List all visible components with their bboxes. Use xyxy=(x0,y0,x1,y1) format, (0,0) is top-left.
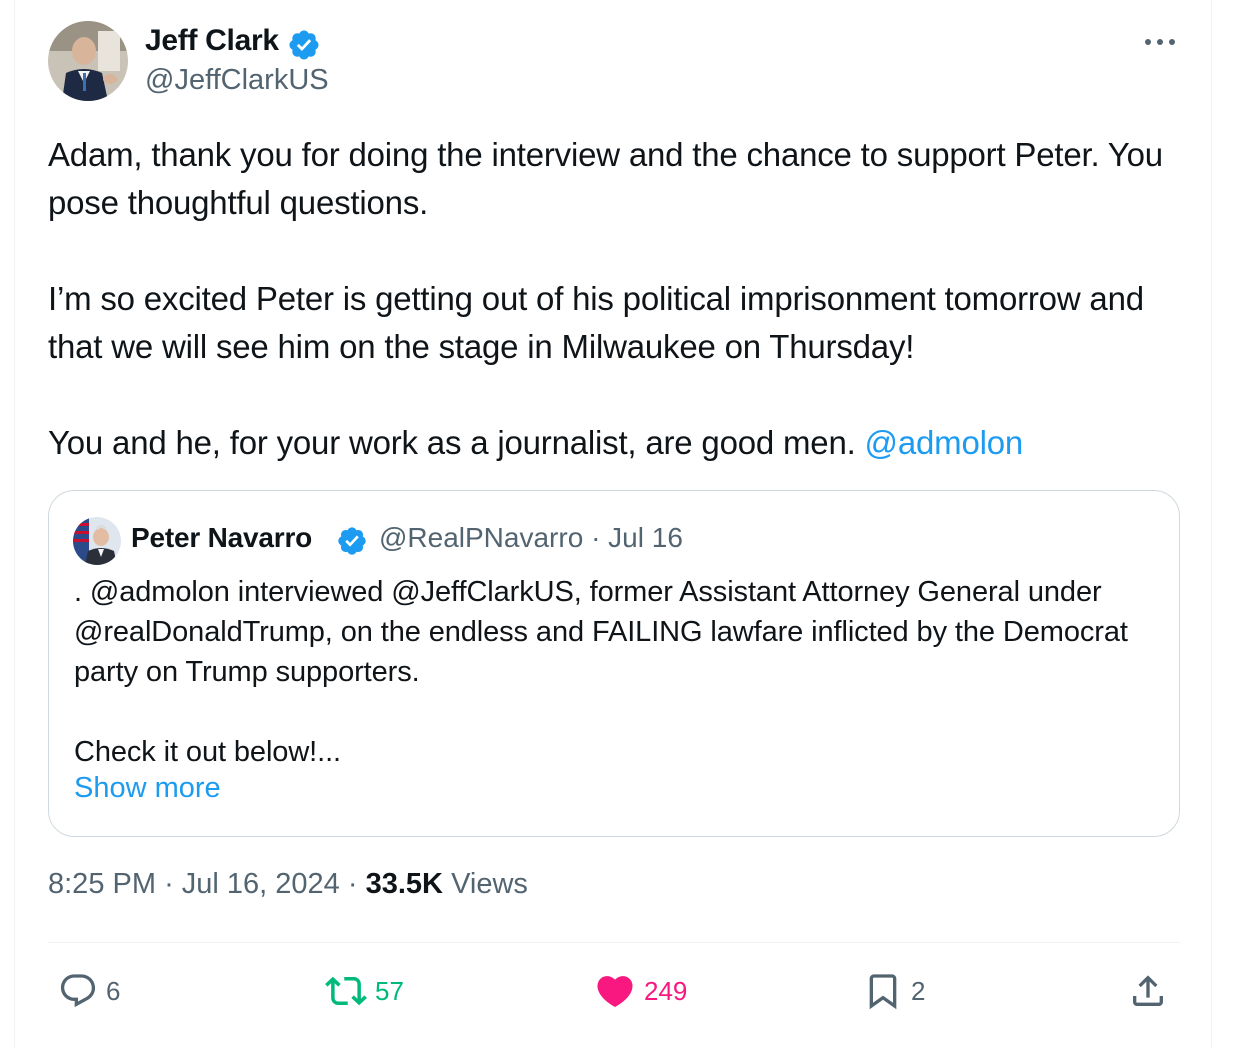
tweet-paragraph: I’m so excited Peter is getting out of h… xyxy=(48,280,1144,365)
meta-separator: · xyxy=(164,868,174,900)
verified-badge-icon xyxy=(338,527,366,555)
reply-icon xyxy=(60,974,96,1008)
verified-badge-icon xyxy=(289,30,319,60)
quoted-tweet[interactable]: Peter Navarro @RealPNavarro · Jul 16 . @… xyxy=(48,490,1180,837)
divider xyxy=(48,942,1180,943)
quote-paragraph: . @admolon interviewed @JeffClarkUS, for… xyxy=(74,576,1128,688)
timestamp-row: 8:25 PM · Jul 16, 2024 · 33.5K Views xyxy=(48,868,528,901)
bookmark-count: 2 xyxy=(911,975,926,1006)
author-name[interactable]: Jeff Clark xyxy=(145,24,279,58)
quote-date[interactable]: Jul 16 xyxy=(608,522,683,553)
views-label: Views xyxy=(451,868,528,900)
heart-filled-icon xyxy=(597,976,633,1008)
quote-author-avatar[interactable] xyxy=(73,517,121,565)
reply-button[interactable]: 6 xyxy=(58,969,120,1013)
meta-separator: · xyxy=(347,868,358,900)
tweet-paragraph-text: You and he, for your work as a journalis… xyxy=(48,424,856,461)
author-avatar-image xyxy=(48,21,128,101)
bookmark-icon xyxy=(869,974,897,1010)
quote-text: . @admolon interviewed @JeffClarkUS, for… xyxy=(74,572,1164,772)
like-count: 249 xyxy=(644,975,688,1006)
bookmark-button[interactable]: 2 xyxy=(863,969,925,1013)
more-horizontal-icon[interactable] xyxy=(1140,32,1180,52)
tweet-paragraph: You and he, for your work as a journalis… xyxy=(48,419,1188,467)
quote-author-handle[interactable]: @RealPNavarro xyxy=(379,522,583,553)
tweet-date[interactable]: Jul 16, 2024 xyxy=(182,868,340,900)
tweet-paragraph: Adam, thank you for doing the interview … xyxy=(48,136,1163,221)
reply-count: 6 xyxy=(106,975,121,1006)
show-more-link[interactable]: Show more xyxy=(74,772,221,805)
retweet-icon xyxy=(325,976,367,1006)
share-button[interactable] xyxy=(1128,969,1168,1013)
quote-author-avatar-image xyxy=(73,517,121,565)
author-handle[interactable]: @JeffClarkUS xyxy=(145,64,329,97)
retweet-button[interactable]: 57 xyxy=(325,969,404,1013)
quote-meta: @RealPNavarro · Jul 16 xyxy=(379,522,683,554)
tweet-time[interactable]: 8:25 PM xyxy=(48,868,156,900)
retweet-count: 57 xyxy=(375,975,404,1006)
meta-separator: · xyxy=(591,522,601,553)
mention-link[interactable]: @admolon xyxy=(865,424,1024,461)
author-avatar[interactable] xyxy=(48,21,128,101)
quote-author-name[interactable]: Peter Navarro xyxy=(131,522,312,554)
tweet-text: Adam, thank you for doing the interview … xyxy=(48,131,1188,467)
share-icon xyxy=(1133,975,1163,1006)
quote-paragraph: Check it out below!... xyxy=(74,736,341,768)
views-count: 33.5K xyxy=(365,868,443,900)
like-button[interactable]: 249 xyxy=(594,969,687,1013)
